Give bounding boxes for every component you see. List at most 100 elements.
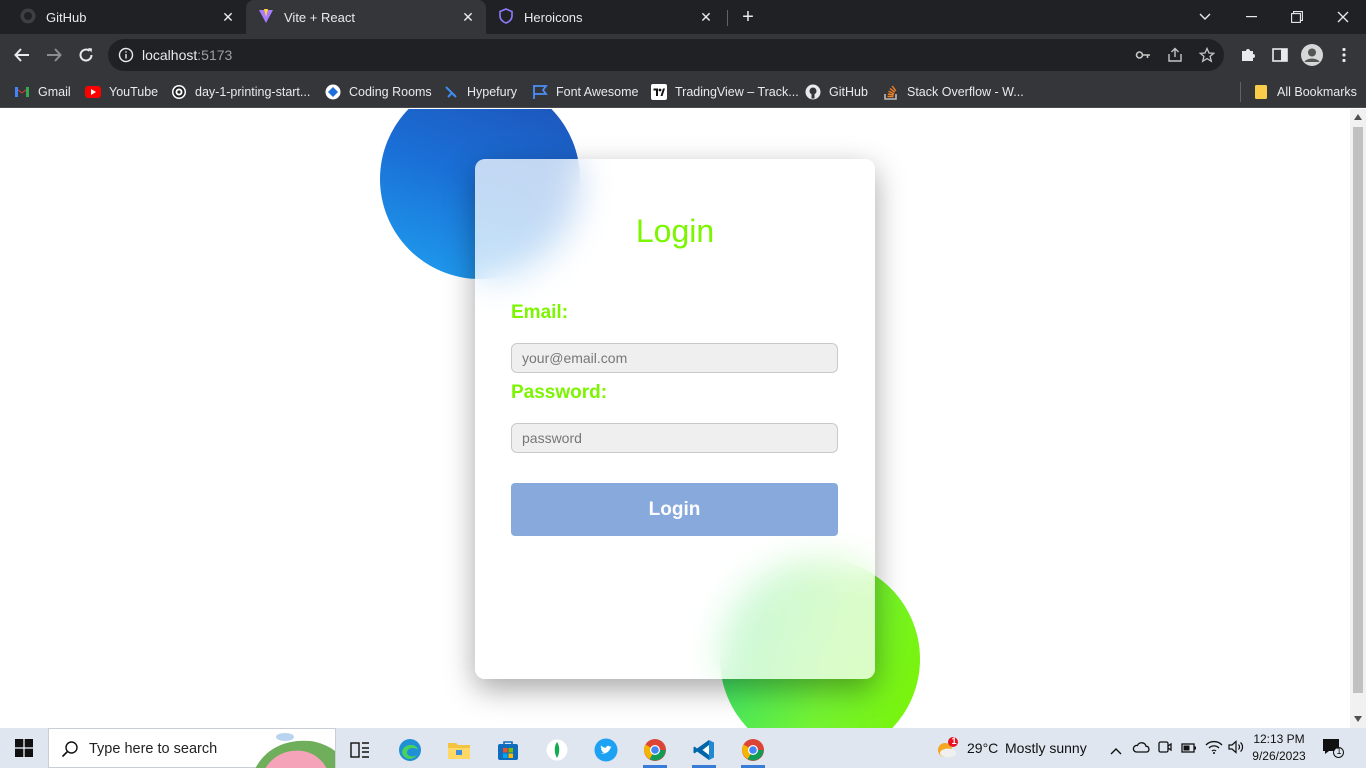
- coding-rooms-icon: [325, 84, 341, 100]
- bookmark-star-icon[interactable]: [1198, 46, 1216, 68]
- chevron-up-icon[interactable]: [1110, 742, 1122, 760]
- vite-icon: [258, 8, 274, 27]
- weather-sun-icon[interactable]: 1: [934, 736, 958, 764]
- start-button[interactable]: [0, 728, 48, 768]
- minimize-button[interactable]: [1228, 0, 1274, 34]
- bookmarks-bar: Gmail YouTube day-1-printing-start... Co…: [0, 76, 1366, 108]
- weather-temp: 29°C: [967, 740, 999, 756]
- info-icon[interactable]: [118, 47, 134, 68]
- tab-github[interactable]: GitHub ✕: [8, 0, 246, 34]
- close-icon[interactable]: ✕: [460, 9, 476, 25]
- volume-icon[interactable]: [1228, 740, 1246, 759]
- taskbar-search[interactable]: Type here to search: [48, 728, 336, 768]
- bookmark-gmail[interactable]: Gmail: [14, 82, 71, 102]
- tab-strip: GitHub ✕ Vite + React ✕ Heroicons ✕ +: [0, 0, 1366, 34]
- microsoft-store-icon[interactable]: [488, 732, 528, 768]
- bookmark-label: Hypefury: [467, 85, 518, 99]
- github-icon: [20, 8, 36, 27]
- chrome-icon[interactable]: [733, 732, 773, 768]
- all-bookmarks-folder[interactable]: All Bookmarks: [1253, 82, 1357, 102]
- login-button[interactable]: Login: [511, 483, 838, 536]
- scroll-up-arrow-icon[interactable]: [1354, 114, 1362, 120]
- windows-taskbar: Type here to search 1 29°C Mostly sunny: [0, 728, 1366, 768]
- bookmark-coding-rooms[interactable]: Coding Rooms: [325, 82, 432, 102]
- close-icon[interactable]: ✕: [698, 9, 714, 25]
- bookmark-day-1-printing[interactable]: day-1-printing-start...: [171, 82, 310, 102]
- notification-center-icon[interactable]: 1: [1322, 738, 1344, 763]
- vscode-icon[interactable]: [684, 732, 724, 768]
- edge-icon[interactable]: [390, 732, 430, 768]
- tab-search-chevron-icon[interactable]: [1182, 0, 1228, 34]
- mongodb-compass-icon[interactable]: [537, 732, 577, 768]
- tab-title: GitHub: [46, 9, 87, 25]
- side-panel-icon[interactable]: [1268, 43, 1292, 67]
- tradingview-icon: [651, 84, 667, 100]
- hypefury-icon: [443, 84, 459, 100]
- search-placeholder: Type here to search: [89, 741, 218, 757]
- bookmark-youtube[interactable]: YouTube: [85, 82, 158, 102]
- restore-button[interactable]: [1274, 0, 1320, 34]
- bookmark-label: YouTube: [109, 85, 159, 99]
- extensions-puzzle-icon[interactable]: [1236, 43, 1260, 67]
- url-host: localhost: [142, 47, 198, 63]
- address-bar[interactable]: localhost:5173: [108, 39, 1224, 71]
- login-title: Login: [635, 213, 715, 249]
- gmail-icon: [14, 84, 30, 100]
- bookmarks-separator: [1240, 82, 1241, 102]
- reload-icon[interactable]: [74, 43, 98, 67]
- bookmark-label: GitHub: [829, 85, 868, 99]
- all-bookmarks-label: All Bookmarks: [1277, 85, 1357, 99]
- profile-avatar-icon[interactable]: [1300, 43, 1324, 67]
- taskbar-clock[interactable]: 12:13 PM 9/26/2023: [1248, 731, 1310, 765]
- menu-kebab-icon[interactable]: [1332, 43, 1356, 67]
- search-highlight-illustration: [255, 733, 335, 768]
- bookmark-stack-overflow[interactable]: Stack Overflow - W...: [883, 82, 1024, 102]
- folder-icon: [1253, 84, 1269, 100]
- bookmark-font-awesome[interactable]: Font Awesome: [532, 82, 638, 102]
- tab-heroicons[interactable]: Heroicons ✕: [486, 0, 724, 34]
- bookmark-tradingview[interactable]: TradingView – Track...: [651, 82, 799, 102]
- notification-count: 1: [1336, 746, 1342, 756]
- key-icon[interactable]: [1135, 47, 1151, 68]
- page-scrollbar[interactable]: [1350, 109, 1366, 728]
- flag-icon: [532, 84, 548, 100]
- tab-vite-react[interactable]: Vite + React ✕: [246, 0, 486, 34]
- battery-icon[interactable]: [1181, 741, 1197, 759]
- email-field[interactable]: [511, 343, 838, 373]
- file-explorer-icon[interactable]: [439, 732, 479, 768]
- password-label: Password:: [511, 382, 608, 403]
- task-view-icon[interactable]: [340, 732, 380, 768]
- back-arrow-icon[interactable]: [10, 43, 34, 67]
- bookmark-label: TradingView – Track...: [675, 85, 799, 99]
- bookmark-label: Stack Overflow - W...: [907, 85, 1024, 99]
- meet-now-icon[interactable]: [1158, 739, 1172, 760]
- twitter-icon[interactable]: [586, 732, 626, 768]
- close-icon[interactable]: ✕: [220, 9, 236, 25]
- stackoverflow-icon: [883, 84, 899, 100]
- bookmark-label: Gmail: [38, 85, 71, 99]
- share-icon[interactable]: [1167, 47, 1183, 68]
- bookmark-label: day-1-printing-start...: [195, 85, 311, 99]
- url-text: localhost:5173: [142, 47, 232, 63]
- close-window-button[interactable]: [1320, 0, 1366, 34]
- weather-condition: Mostly sunny: [1005, 740, 1087, 756]
- password-field[interactable]: [511, 423, 838, 453]
- url-port: :5173: [197, 47, 233, 63]
- heroicons-icon: [498, 7, 514, 27]
- scrollbar-thumb[interactable]: [1353, 127, 1363, 693]
- clock-time: 12:13 PM: [1253, 732, 1305, 746]
- scroll-down-arrow-icon[interactable]: [1354, 716, 1362, 722]
- wifi-icon[interactable]: [1205, 740, 1223, 759]
- bookmark-hypefury[interactable]: Hypefury: [443, 82, 517, 102]
- forward-arrow-icon[interactable]: [42, 43, 66, 67]
- onedrive-cloud-icon[interactable]: [1132, 740, 1150, 758]
- chrome-icon[interactable]: [635, 732, 675, 768]
- windows-logo-icon: [15, 739, 33, 757]
- new-tab-button[interactable]: +: [738, 7, 758, 27]
- bookmark-label: Font Awesome: [556, 85, 639, 99]
- bookmark-github[interactable]: GitHub: [805, 82, 868, 102]
- email-label: Email:: [511, 302, 569, 323]
- github-icon: [805, 84, 821, 100]
- weather-badge: 1: [951, 736, 957, 746]
- tab-title: Heroicons: [524, 9, 583, 25]
